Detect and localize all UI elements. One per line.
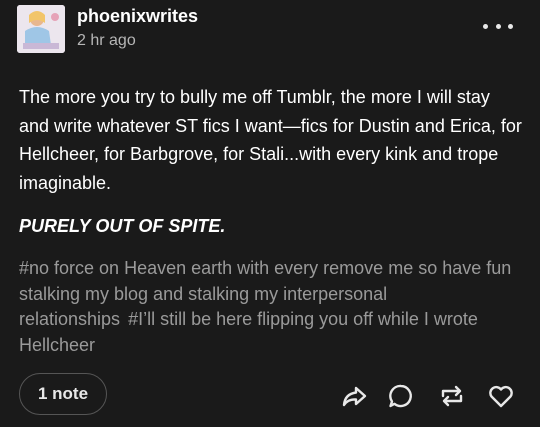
reblog-icon[interactable]: [438, 382, 466, 410]
timestamp[interactable]: 2 hr ago: [77, 31, 136, 51]
avatar-image: [17, 5, 65, 53]
username[interactable]: phoenixwrites: [77, 5, 198, 27]
post-body: The more you try to bully me off Tumblr,…: [19, 87, 522, 193]
reply-icon[interactable]: [387, 382, 415, 410]
tags: #no force on Heaven earth with every rem…: [19, 256, 524, 358]
notes-button[interactable]: 1 note: [19, 373, 107, 415]
post-card: phoenixwrites 2 hr ago The more you try …: [0, 0, 540, 427]
share-icon[interactable]: [340, 382, 368, 410]
avatar[interactable]: [17, 5, 65, 53]
more-options-icon[interactable]: [483, 18, 513, 34]
post-emphasis: PURELY OUT OF SPITE.: [19, 216, 226, 236]
heart-icon[interactable]: [487, 382, 515, 410]
